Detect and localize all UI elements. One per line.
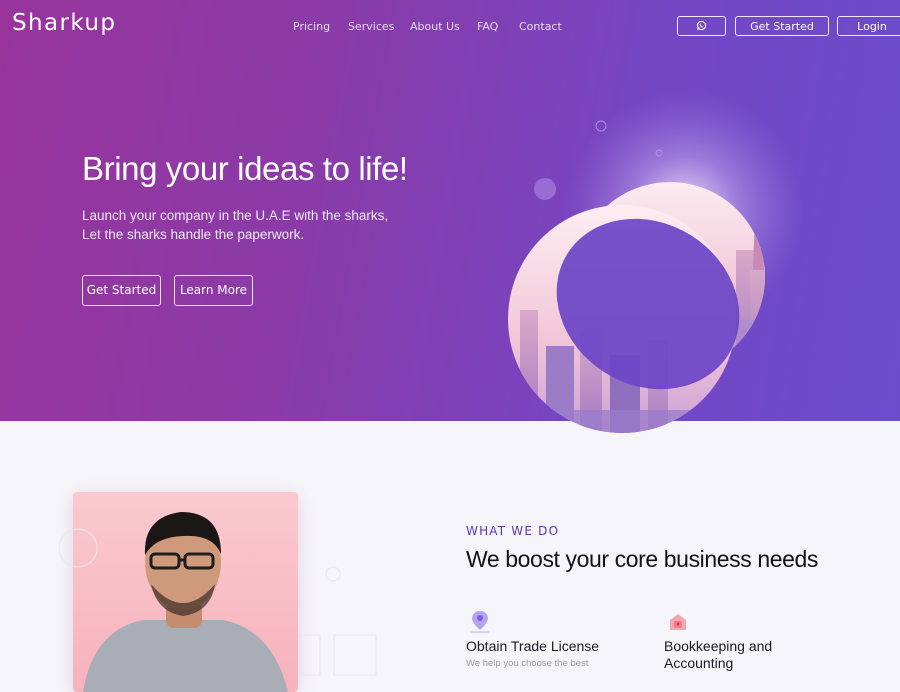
learn-more-button[interactable]: Learn More bbox=[174, 275, 253, 306]
service-title-line-2: Accounting bbox=[664, 655, 734, 671]
header-get-started-button[interactable]: Get Started bbox=[735, 16, 829, 36]
decorative-outlines bbox=[58, 528, 377, 676]
hero-subtitle: Launch your company in the U.A.E with th… bbox=[82, 206, 388, 244]
service-title-line-1: Bookkeeping and bbox=[664, 638, 773, 654]
hero-title: Bring your ideas to life! bbox=[82, 150, 408, 187]
service-trade-license[interactable]: Obtain Trade License We help you choose … bbox=[466, 610, 599, 669]
service-description: We help you choose the best bbox=[466, 658, 589, 669]
hero-get-started-button[interactable]: Get Started bbox=[82, 275, 161, 306]
location-pin-icon bbox=[471, 611, 489, 633]
piggy-bank-icon bbox=[670, 614, 686, 630]
hero-subtitle-line-1: Launch your company in the U.A.E with th… bbox=[82, 208, 389, 223]
nav-link-pricing[interactable]: Pricing bbox=[293, 20, 330, 33]
nav-link-contact[interactable]: Contact bbox=[519, 20, 562, 33]
hero-city-illustration bbox=[508, 90, 805, 433]
login-button[interactable]: Login bbox=[837, 16, 900, 36]
service-title: Obtain Trade License bbox=[466, 638, 600, 654]
nav-link-faq[interactable]: FAQ bbox=[477, 20, 498, 33]
whatsapp-button[interactable] bbox=[677, 16, 726, 36]
whatsapp-icon bbox=[696, 20, 707, 31]
section-title: We boost your core business needs bbox=[466, 546, 819, 572]
section-kicker: WHAT WE DO bbox=[466, 524, 560, 538]
hero-section: Sharkup Pricing Services About Us FAQ Co… bbox=[0, 0, 900, 433]
nav-link-services[interactable]: Services bbox=[348, 20, 394, 33]
nav-link-about-us[interactable]: About Us bbox=[410, 20, 460, 33]
service-bookkeeping[interactable]: Bookkeeping and Accounting bbox=[664, 610, 772, 672]
hero-subtitle-line-2: Let the sharks handle the paperwork. bbox=[82, 227, 305, 242]
